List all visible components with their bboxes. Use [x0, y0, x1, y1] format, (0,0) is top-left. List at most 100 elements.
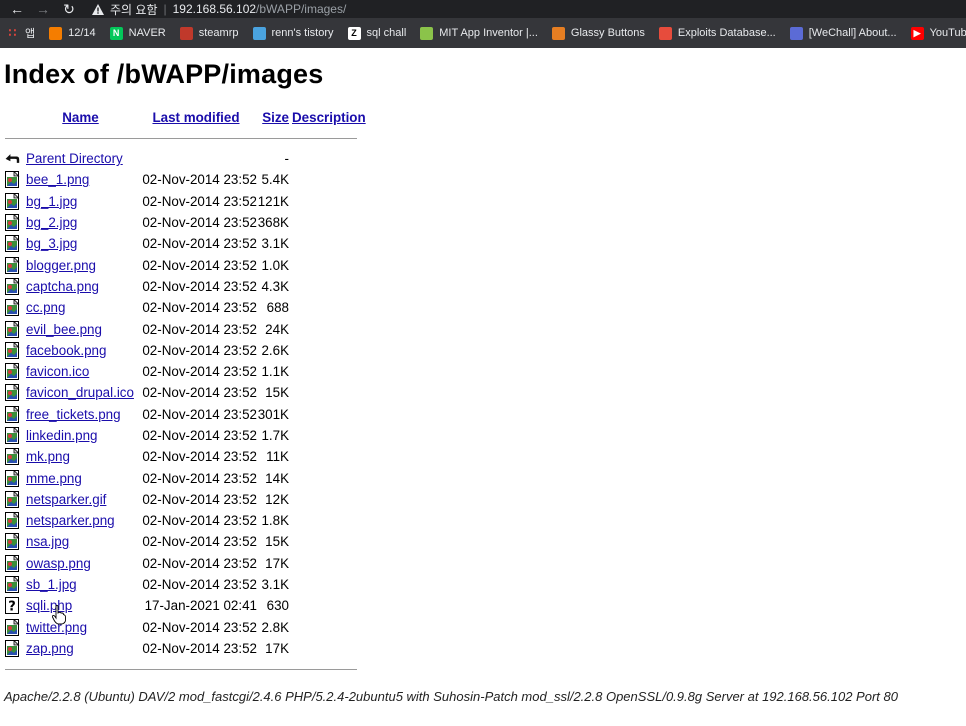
reload-icon[interactable]: ↻: [56, 0, 82, 18]
file-link[interactable]: netsparker.gif: [26, 492, 106, 507]
file-size: 17K: [265, 555, 289, 571]
parent-directory-row: Parent Directory -: [4, 148, 366, 169]
file-size: 14K: [265, 470, 289, 486]
file-row: bee_1.png 02-Nov-2014 23:52 5.4K: [4, 169, 366, 190]
back-arrow-icon[interactable]: ←: [4, 0, 30, 18]
file-date: 02-Nov-2014 23:52: [142, 172, 257, 188]
file-row: free_tickets.png 02-Nov-2014 23:52 301K: [4, 404, 366, 425]
file-size: 12K: [265, 491, 289, 507]
file-link[interactable]: mme.png: [26, 471, 82, 486]
file-size: 121K: [257, 193, 289, 209]
file-row: favicon.ico 02-Nov-2014 23:52 1.1K: [4, 361, 366, 382]
back-folder-icon: [5, 154, 20, 164]
bookmark-label: Exploits Database...: [677, 27, 776, 39]
url-text[interactable]: 192.168.56.102/bWAPP/images/: [173, 2, 347, 16]
youtube-icon: ▶: [910, 26, 924, 40]
file-link[interactable]: bg_3.jpg: [26, 236, 77, 251]
file-link[interactable]: zap.png: [26, 641, 74, 656]
bookmark-item[interactable]: N NAVER: [109, 26, 166, 40]
image-file-icon: [5, 320, 20, 338]
bookmark-item[interactable]: steamrp: [179, 26, 239, 40]
security-label[interactable]: 주의 요함: [110, 1, 158, 18]
sort-by-name-link[interactable]: Name: [62, 110, 98, 125]
file-date: 02-Nov-2014 23:52: [142, 215, 257, 231]
file-date: 02-Nov-2014 23:52: [142, 236, 257, 252]
bookmark-item[interactable]: renn's tistory: [252, 26, 334, 40]
file-link[interactable]: captcha.png: [26, 279, 99, 294]
image-file-icon: [5, 192, 20, 210]
image-file-icon: [5, 256, 20, 274]
file-date: 02-Nov-2014 23:52: [142, 449, 257, 465]
file-date: 02-Nov-2014 23:52: [142, 513, 257, 529]
file-size: 2.8K: [261, 619, 289, 635]
file-table: Name Last modified Size Description Pare…: [4, 106, 366, 679]
bookmark-item[interactable]: ▶ YouTube: [910, 26, 966, 40]
file-link[interactable]: mk.png: [26, 449, 70, 464]
file-link[interactable]: owasp.png: [26, 556, 91, 571]
file-size: 15K: [265, 534, 289, 550]
sort-by-date-link[interactable]: Last modified: [152, 110, 239, 125]
file-link[interactable]: nsa.jpg: [26, 534, 69, 549]
blogger-icon: [49, 26, 63, 40]
omnibox-divider: |: [163, 2, 167, 16]
file-size: 3.1K: [261, 577, 289, 593]
image-file-icon: [5, 554, 20, 572]
sort-by-description-link[interactable]: Description: [292, 110, 366, 125]
parent-size: -: [284, 151, 289, 167]
image-file-icon: [5, 299, 20, 317]
file-size: 4.3K: [261, 278, 289, 294]
file-link[interactable]: bg_1.jpg: [26, 194, 77, 209]
file-link[interactable]: favicon_drupal.ico: [26, 385, 134, 400]
file-row: captcha.png 02-Nov-2014 23:52 4.3K: [4, 276, 366, 297]
z-icon: Z: [347, 26, 361, 40]
bookmark-label: renn's tistory: [271, 27, 334, 39]
sort-by-size-link[interactable]: Size: [262, 110, 289, 125]
header-size: Size: [257, 106, 289, 128]
file-link[interactable]: free_tickets.png: [26, 407, 121, 422]
file-link[interactable]: evil_bee.png: [26, 322, 102, 337]
file-link[interactable]: cc.png: [26, 300, 65, 315]
file-date: 02-Nov-2014 23:52: [142, 257, 257, 273]
bookmark-item[interactable]: ∷ 앱: [6, 25, 35, 41]
image-file-icon: [5, 341, 20, 359]
bookmark-label: YouTube: [929, 27, 966, 39]
file-date: 02-Nov-2014 23:52: [142, 470, 257, 486]
file-row: favicon_drupal.ico 02-Nov-2014 23:52 15K: [4, 382, 366, 403]
header-icon-cell: [4, 106, 26, 128]
naver-icon: N: [109, 26, 123, 40]
file-link[interactable]: favicon.ico: [26, 364, 89, 379]
warning-icon[interactable]: [92, 3, 104, 15]
image-file-icon: [5, 384, 20, 402]
file-link[interactable]: facebook.png: [26, 343, 106, 358]
address-bar[interactable]: 주의 요함 | 192.168.56.102/bWAPP/images/: [92, 0, 966, 18]
file-link[interactable]: blogger.png: [26, 258, 96, 273]
file-date: 02-Nov-2014 23:52: [142, 491, 257, 507]
file-link[interactable]: bee_1.png: [26, 172, 89, 187]
parent-directory-link[interactable]: Parent Directory: [26, 151, 123, 166]
file-size: 1.8K: [261, 513, 289, 529]
footer-divider-row: [4, 659, 366, 679]
divider: [5, 668, 357, 670]
url-host: 192.168.56.102: [172, 2, 257, 16]
file-row: facebook.png 02-Nov-2014 23:52 2.6K: [4, 340, 366, 361]
header-divider-row: [4, 128, 366, 148]
bookmark-item[interactable]: Zsql chall: [347, 26, 406, 40]
file-row: bg_3.jpg 02-Nov-2014 23:52 3.1K: [4, 233, 366, 254]
image-file-icon: [5, 171, 20, 189]
file-link[interactable]: bg_2.jpg: [26, 215, 77, 230]
file-size: 17K: [265, 640, 289, 656]
file-link[interactable]: sb_1.jpg: [26, 577, 77, 592]
bookmark-item[interactable]: Exploits Database...: [658, 26, 776, 40]
bookmark-item[interactable]: MIT App Inventor |...: [420, 26, 538, 40]
bookmark-label: NAVER: [128, 27, 166, 39]
file-size: 2.6K: [261, 342, 289, 358]
bookmark-item[interactable]: 12/14: [49, 26, 96, 40]
forward-arrow-icon[interactable]: →: [30, 0, 56, 18]
browser-toolbar: ← → ↻ 주의 요함 | 192.168.56.102/bWAPP/image…: [0, 0, 966, 18]
bookmark-item[interactable]: Glassy Buttons: [551, 26, 645, 40]
file-date: 02-Nov-2014 23:52: [142, 385, 257, 401]
file-link[interactable]: netsparker.png: [26, 513, 115, 528]
image-file-icon: [5, 427, 20, 444]
file-link[interactable]: linkedin.png: [26, 428, 97, 443]
bookmark-item[interactable]: [WeChall] About...: [789, 26, 897, 40]
